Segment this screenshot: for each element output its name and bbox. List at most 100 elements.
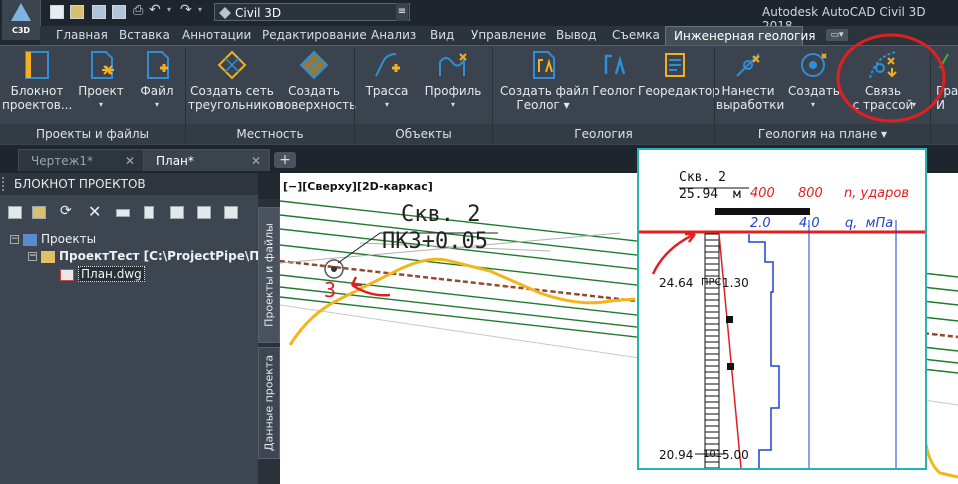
create-tin-button[interactable]: Создать сеть треугольников [188,48,283,112]
alignment-dropdown-icon: ▾ [384,100,389,109]
tab-manage[interactable]: Управление [471,26,546,45]
save-as-icon[interactable] [112,5,126,19]
close-icon[interactable]: ✕ [251,150,261,172]
tab-analyze[interactable]: Анализ [371,26,416,45]
side-tab-project-data[interactable]: Данные проекта [258,347,280,459]
print-icon[interactable]: ⎙ [133,3,147,18]
profile-dropdown-icon: ▾ [450,100,455,109]
tree-label: План.dwg [78,266,145,282]
panel-title-geology-on-plan[interactable]: Геология на плане ▾ [715,124,930,144]
tin-network-icon [217,50,247,80]
file-add-icon [147,51,169,79]
notebook-icon [25,51,49,79]
create-tin-label-1: Создать сеть [190,84,274,98]
workspace-label: Civil 3D [235,6,282,20]
ribbon: Блокнот проектов... Проект ▾ Файл ▾ Созд… [0,45,958,146]
highlight-circle [836,33,946,123]
application-menu-button[interactable]: C3D [2,0,41,40]
tab-insert[interactable]: Вставка [119,26,170,45]
doc-tab-plan[interactable]: План* ✕ [143,149,270,171]
tree-root-projects[interactable]: − Проекты [10,232,96,246]
open-folder-icon[interactable] [70,5,84,19]
geolog-file-icon [533,51,555,79]
collapse-icon[interactable]: − [28,252,37,261]
tab-home[interactable]: Главная [56,26,108,45]
open-folder-icon[interactable] [32,206,46,219]
project-notebook-label-2: проектов... [2,98,73,112]
profile-label: Профиль [424,84,482,98]
project-folder-icon [41,250,55,263]
create-geolog-file-label-1: Создать файл [500,84,589,98]
inset-annotation-arrow [651,232,696,275]
gear-icon [219,7,231,19]
create-surface-label-1: Создать [288,84,340,98]
doc-tab-label: Чертеж1* [31,154,94,168]
properties-icon[interactable] [224,206,238,219]
tab-engineering-geology[interactable]: Инженерная геология [665,26,815,45]
project-icon [91,51,114,79]
create-surface-label-2: поверхность [276,98,357,112]
georedactor-icon [665,53,685,77]
geolog-icon [604,54,626,75]
project-button[interactable]: Проект ▾ [75,48,127,112]
georedactor-button[interactable]: Георедактор [638,48,720,98]
workspace-selector[interactable]: Civil 3D ▼ [214,3,410,21]
panel-title-projects-files: Проекты и файлы [0,124,185,144]
redo-dropdown-icon[interactable]: ▾ [198,5,202,14]
profile-button[interactable]: Профиль ▾ [422,48,484,112]
list-view-icon[interactable] [197,206,211,219]
file-label: Файл [140,84,174,98]
project-label: Проект [78,84,124,98]
target-icon [801,53,827,77]
collapse-icon[interactable]: − [10,235,19,244]
tab-output[interactable]: Вывод [556,26,596,45]
tab-annotate[interactable]: Аннотации [182,26,251,45]
doc-tab-drawing1[interactable]: Чертеж1* ✕ [18,149,144,171]
quick-access-customize-icon[interactable]: ≡ [396,3,408,21]
new-file-icon[interactable] [50,5,64,19]
doc-tab-label: План* [156,154,194,168]
save-icon[interactable] [92,5,106,19]
dwg-file-icon [60,268,74,281]
plot-workings-button[interactable]: Нанести выработки [716,48,784,112]
tree-label: Проекты [41,232,97,246]
panel-grip-icon[interactable] [2,177,10,191]
table-icon[interactable] [170,206,184,219]
create-geolog-file-label-2: Геолог ▾ [516,98,570,112]
refresh-icon[interactable]: ⟳ [60,203,72,219]
panel-title-objects: Объекты [355,124,492,144]
copy-icon[interactable] [144,206,154,219]
create-surface-button[interactable]: Создать поверхность [276,48,357,112]
side-tab-projects-files[interactable]: Проекты и файлы [258,207,280,343]
marker-number: 3 [324,278,337,302]
alignment-button[interactable]: Трасса ▾ [358,48,416,112]
geolog-button[interactable]: Геолог [592,48,636,98]
close-icon[interactable]: ✕ [125,150,135,172]
alignment-label: Трасса [365,84,409,98]
create-geolog-file-button[interactable]: Создать файл Геолог ▾ [500,48,589,112]
panel-side-tabs: Проекты и файлы Данные проекта [258,199,280,484]
geolog-label: Геолог [592,84,636,98]
borehole-column-inset: Скв. 2 25.94 м 400 800 n, ударов 2.0 4.0… [637,148,927,470]
undo-dropdown-icon[interactable]: ▾ [167,5,171,14]
plot-workings-icon [736,53,760,77]
station-label: ПК3+0.05 [382,229,488,254]
panel-title-geology: Геология [493,124,714,144]
new-document-icon[interactable] [8,206,22,219]
tab-modify[interactable]: Редактирование [262,26,367,45]
file-button[interactable]: Файл ▾ [132,48,182,112]
tab-view[interactable]: Вид [430,26,454,45]
undo-icon[interactable]: ↶ [149,2,161,18]
redo-icon[interactable]: ↷ [180,2,192,18]
link-icon[interactable] [116,209,130,217]
create-tin-label-2: треугольников [188,98,283,112]
profile-icon [439,53,467,76]
delete-icon[interactable]: ✕ [88,202,101,221]
tab-survey[interactable]: Съемка [612,26,660,45]
project-notebook-button[interactable]: Блокнот проектов... [2,48,72,112]
new-tab-button[interactable]: + [274,152,296,168]
app-logo-text: C3D [11,26,31,35]
viewport-controls[interactable]: [−][Сверху][2D-каркас] [283,180,433,193]
tree-item-file[interactable]: План.dwg [60,266,145,282]
project-dropdown-icon: ▾ [98,100,103,109]
